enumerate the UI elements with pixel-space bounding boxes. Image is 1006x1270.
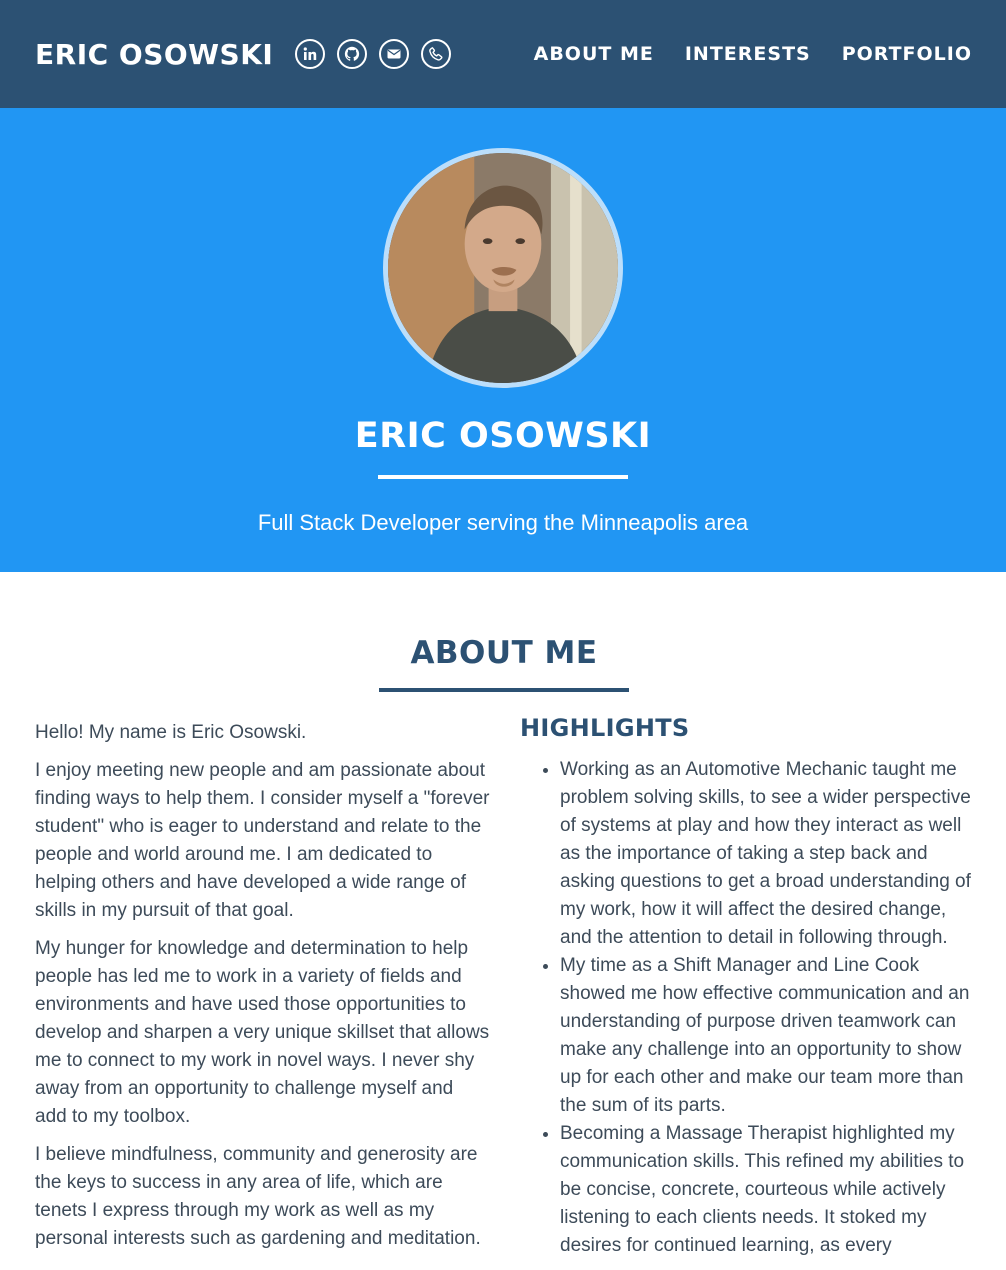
brand-group: ERIC OSOWSKI [35, 38, 452, 71]
social-links [295, 39, 452, 69]
github-icon[interactable] [337, 39, 368, 69]
highlights-column: HIGHLIGHTS Working as an Automotive Mech… [520, 714, 973, 1263]
nav-link-interests[interactable]: INTERESTS [685, 43, 811, 65]
linkedin-icon[interactable] [295, 39, 326, 69]
phone-icon[interactable] [421, 39, 452, 69]
about-paragraph: I believe mindfulness, community and gen… [35, 1144, 481, 1249]
about-paragraph: My hunger for knowledge and determinatio… [35, 938, 490, 1127]
profile-photo [383, 148, 623, 388]
hero-subtitle: Full Stack Developer serving the Minneap… [257, 510, 749, 535]
brand-name[interactable]: ERIC OSOWSKI [35, 38, 273, 71]
envelope-icon[interactable] [379, 39, 410, 69]
about-title: ABOUT ME [410, 635, 598, 671]
hero-divider [378, 475, 628, 479]
navbar: ERIC OSOWSKI ABOUT ME INTERESTS PORTFOLI… [0, 0, 1006, 108]
hero-name: ERIC OSOWSKI [354, 416, 652, 456]
about-paragraph: Hello! My name is Eric Osowski. [35, 722, 307, 743]
about-text-column: Hello! My name is Eric Osowski. I enjoy … [35, 719, 490, 1263]
highlight-item: My time as a Shift Manager and Line Cook… [560, 952, 973, 1120]
highlights-title: HIGHLIGHTS [520, 714, 690, 742]
about-paragraph: I enjoy meeting new people and am passio… [35, 760, 490, 921]
nav-link-about-me[interactable]: ABOUT ME [534, 43, 654, 65]
highlight-item: Working as an Automotive Mechanic taught… [560, 756, 973, 952]
nav-links: ABOUT ME INTERESTS PORTFOLIO [534, 43, 972, 65]
nav-link-portfolio[interactable]: PORTFOLIO [842, 43, 972, 65]
hero-section: ERIC OSOWSKI Full Stack Developer servin… [0, 108, 1006, 572]
about-divider [379, 688, 629, 692]
about-columns: Hello! My name is Eric Osowski. I enjoy … [35, 714, 973, 1263]
highlights-list: Working as an Automotive Mechanic taught… [520, 756, 973, 1260]
highlight-item: Becoming a Massage Therapist highlighted… [560, 1120, 973, 1260]
about-section: ABOUT ME Hello! My name is Eric Osowski.… [0, 572, 1006, 1263]
